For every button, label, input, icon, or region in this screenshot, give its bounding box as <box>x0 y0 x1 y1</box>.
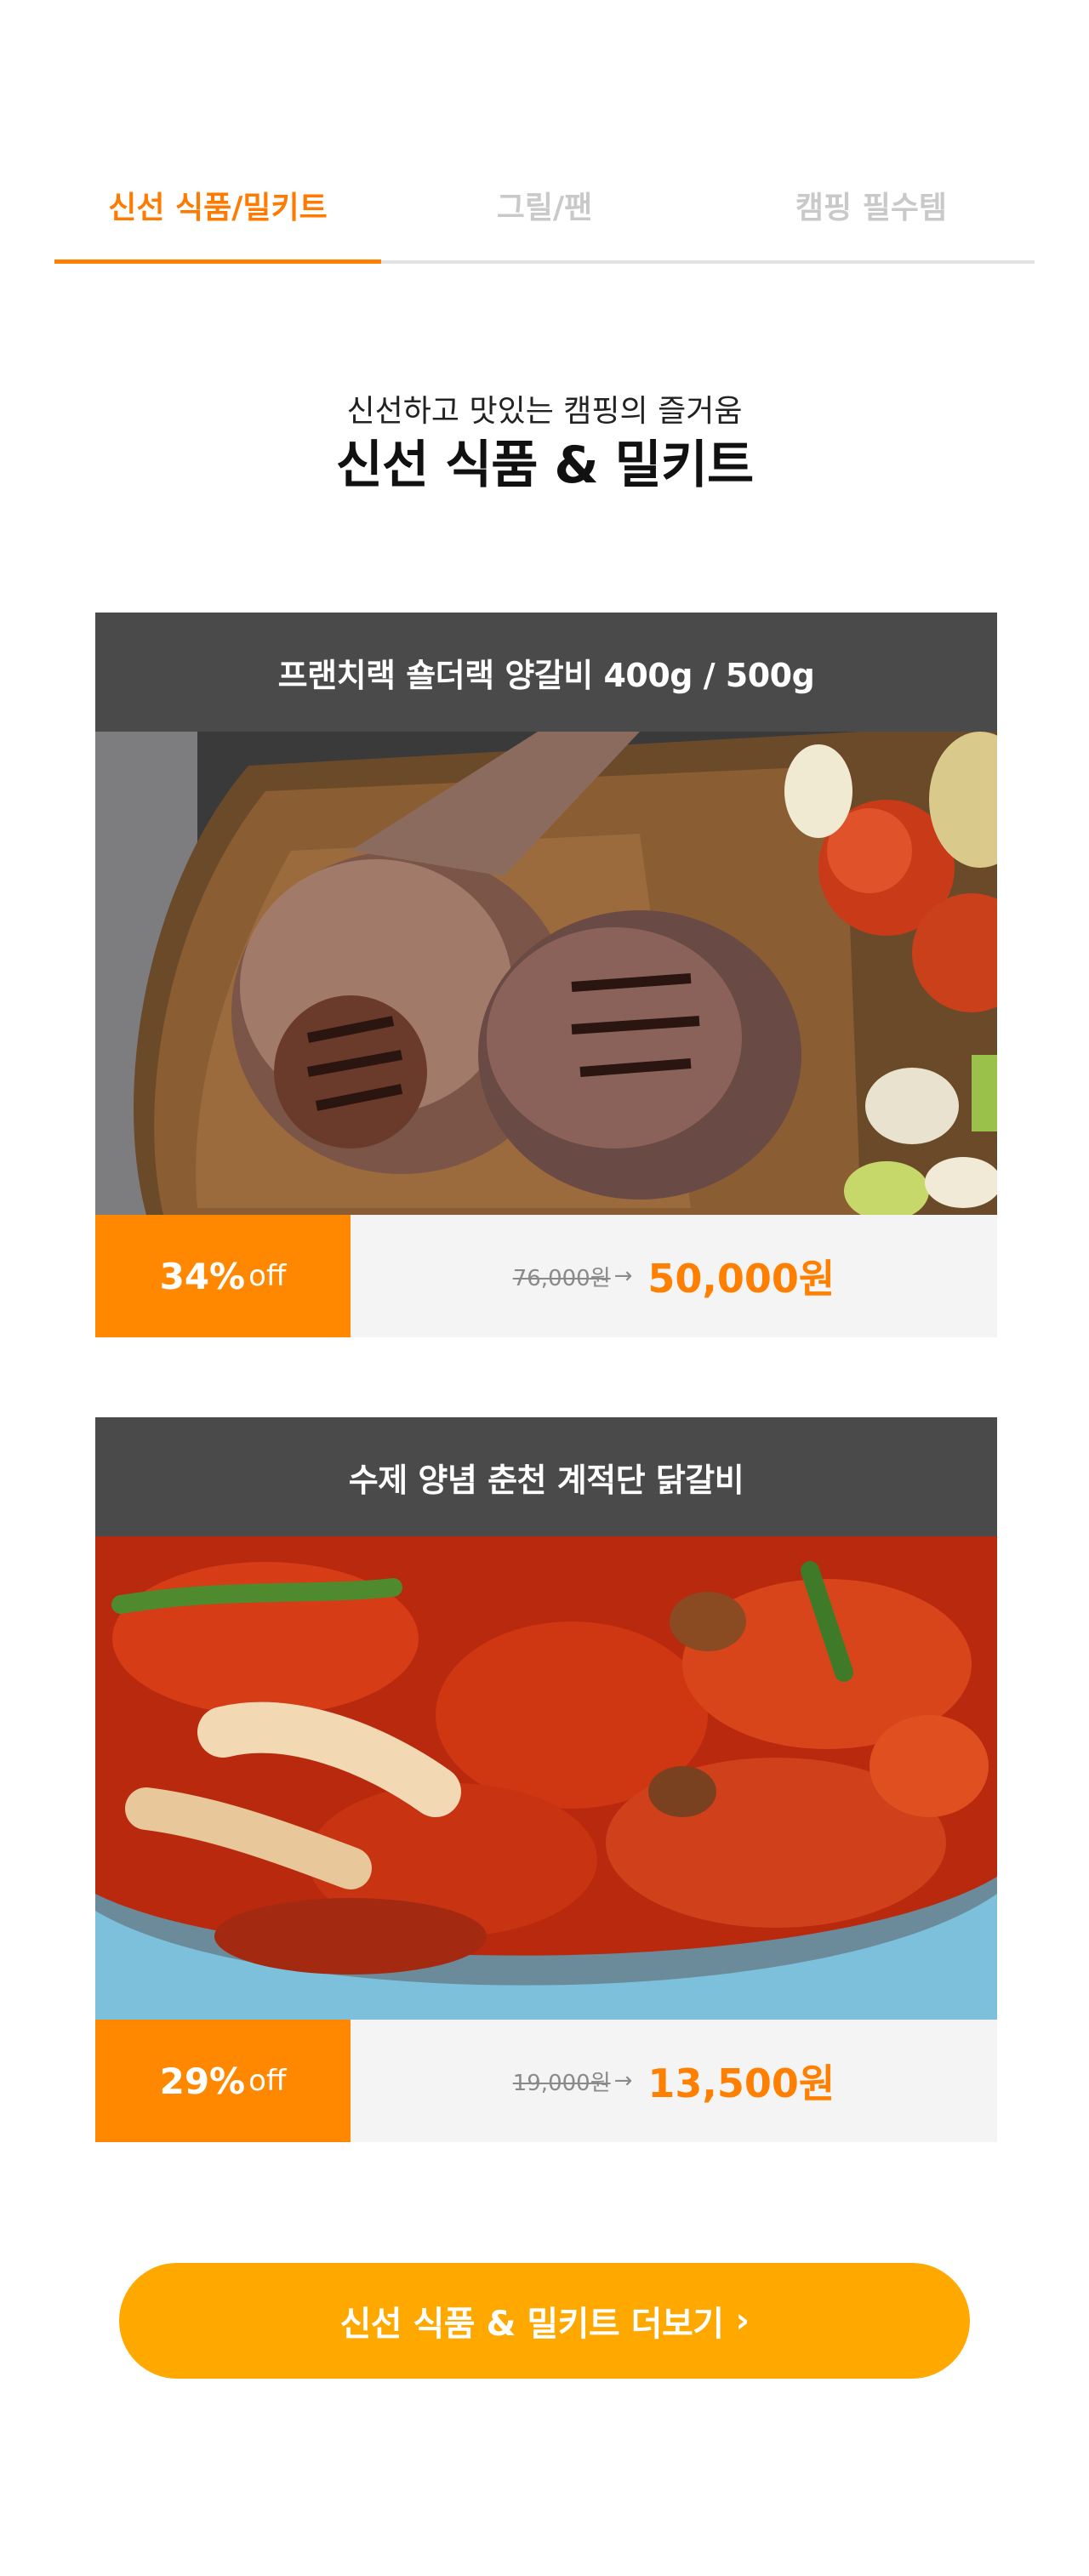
discount-suffix: off <box>248 2064 287 2098</box>
product-image-lamb-chops[interactable] <box>95 732 997 1215</box>
price-row: 29% off 19,000원 → 13,500원 <box>95 2020 997 2142</box>
product-title: 수제 양념 춘천 계적단 닭갈비 <box>95 1417 997 1536</box>
price-box: 19,000원 → 13,500원 <box>351 2020 997 2142</box>
original-price: 19,000원 <box>512 2070 611 2096</box>
category-tabs: 신선 식품/밀키트 그릴/팬 캠핑 필수템 <box>54 167 1035 264</box>
product-image-dakgalbi[interactable] <box>95 1536 997 2020</box>
view-more-button[interactable]: 신선 식품 & 밀키트 더보기 › <box>119 2263 970 2379</box>
sale-price: 50,000원 <box>647 1256 835 1302</box>
price-row: 34% off 76,000원 → 50,000원 <box>95 1215 997 1337</box>
discount-percent: 34% <box>159 1255 246 1297</box>
original-price: 76,000원 <box>512 1265 611 1291</box>
discount-percent: 29% <box>159 2060 246 2102</box>
arrow-right-icon: → <box>613 2068 633 2094</box>
product-title: 프랜치랙 숄더랙 양갈비 400g / 500g <box>95 613 997 732</box>
tab-grill-pan[interactable]: 그릴/팬 <box>381 167 708 260</box>
price-box: 76,000원 → 50,000원 <box>351 1215 997 1337</box>
tab-camping-essentials[interactable]: 캠핑 필수템 <box>708 167 1035 260</box>
discount-badge: 34% off <box>95 1215 351 1337</box>
section-title: 신선 식품 & 밀키트 <box>335 436 754 495</box>
discount-badge: 29% off <box>95 2020 351 2142</box>
chevron-right-icon: › <box>735 2301 750 2340</box>
product-card[interactable]: 프랜치랙 숄더랙 양갈비 400g / 500g 34% off 76,000원… <box>95 613 997 1337</box>
product-card[interactable]: 수제 양념 춘천 계적단 닭갈비 29% off 19,000원 → 13,50… <box>95 1417 997 2142</box>
sale-price: 13,500원 <box>647 2060 835 2106</box>
arrow-right-icon: → <box>613 1263 633 1289</box>
tab-fresh-food-mealkit[interactable]: 신선 식품/밀키트 <box>54 167 381 264</box>
discount-suffix: off <box>248 1259 287 1293</box>
view-more-label: 신선 식품 & 밀키트 더보기 <box>339 2305 724 2344</box>
